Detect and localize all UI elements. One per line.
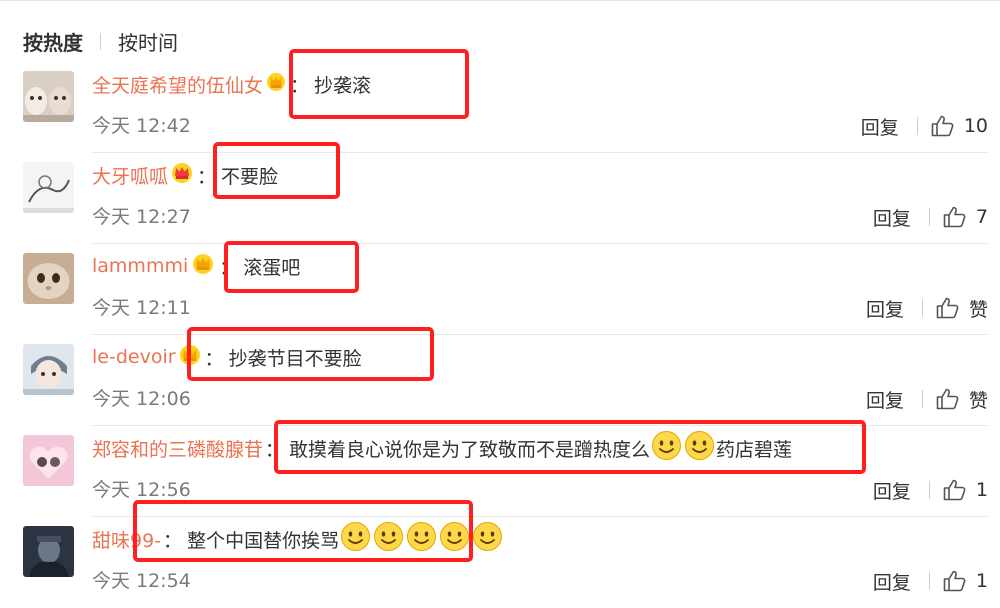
thumbs-up-icon [943, 206, 966, 228]
comment-content-line: le-devoir ： 抄袭节目不要脸 [92, 339, 362, 375]
smile-emoji-icon [651, 430, 682, 466]
action-divider [921, 299, 923, 317]
sort-by-time-tab[interactable]: 按时间 [118, 27, 178, 56]
reply-button[interactable]: 回复 [873, 204, 911, 231]
comment-text: 整个中国替你挨骂 [187, 529, 340, 552]
like-button[interactable]: 1 [943, 479, 988, 501]
action-divider [916, 117, 918, 135]
sort-divider [100, 32, 101, 50]
comment-actions: 回复 赞 [866, 383, 988, 415]
comment-actions: 回复 1 [873, 474, 988, 506]
comment-item: lammmmi ： 滚蛋吧 今天 12:11 回复 赞 [0, 244, 1000, 335]
comment-text: 滚蛋吧 [243, 256, 301, 279]
reply-button[interactable]: 回复 [873, 568, 911, 595]
action-divider [928, 572, 930, 590]
comment-colon: ： [163, 529, 183, 552]
thumbs-up-icon [936, 297, 959, 319]
action-divider [928, 208, 930, 226]
crown-icon[interactable] [179, 344, 201, 371]
smile-emoji-icon [340, 521, 371, 557]
username-link[interactable]: 郑容和的三磷酸腺苷 [92, 435, 263, 462]
like-count: 1 [975, 479, 988, 501]
like-count: 7 [975, 206, 988, 228]
comment-content-line: 甜味99- ： 整个中国替你挨骂 [92, 521, 504, 557]
avatar[interactable] [23, 253, 74, 304]
avatar[interactable] [23, 344, 74, 395]
comment-actions: 回复 赞 [866, 292, 988, 324]
username-link[interactable]: lammmmi [92, 255, 188, 277]
avatar[interactable] [23, 71, 74, 122]
comment-time: 今天 12:42 [92, 115, 191, 137]
comment-content-line: 大牙呱呱 ： 不要脸 [92, 157, 278, 193]
smile-emoji-icon [406, 521, 437, 557]
sort-by-hot-tab[interactable]: 按热度 [23, 27, 83, 56]
comment-time: 今天 12:54 [92, 570, 191, 592]
comment-item: 甜味99- ： 整个中国替你挨骂 今天 12:54 回复 1 [0, 517, 1000, 608]
sort-bar: 按热度 按时间 [23, 26, 178, 56]
top-divider [0, 0, 1000, 1]
smile-emoji-icon [684, 430, 715, 466]
comment-actions: 回复 1 [873, 565, 988, 597]
smile-emoji-icon [439, 521, 470, 557]
comment-text: 抄袭节目不要脸 [228, 347, 362, 370]
smile-emoji-icon [373, 521, 404, 557]
comment-item: 全天庭希望的伍仙女 ： 抄袭滚 今天 12:42 回复 10 [0, 62, 1000, 153]
crown-icon[interactable] [191, 253, 215, 280]
comment-colon: ： [204, 347, 224, 370]
smile-emoji-icon [472, 521, 503, 557]
like-button[interactable]: 7 [943, 206, 988, 228]
crown-icon[interactable] [171, 162, 193, 189]
avatar[interactable] [23, 435, 74, 486]
comment-colon: ： [197, 165, 217, 188]
avatar[interactable] [23, 162, 74, 213]
comment-text-after: 药店碧莲 [716, 438, 793, 461]
comment-text: 不要脸 [221, 165, 279, 188]
username-link[interactable]: 甜味99- [92, 526, 161, 553]
comment-content-line: 郑容和的三磷酸腺苷 ： 敢摸着良心说你是为了致敬而不是蹭热度么 药店碧莲 [92, 430, 792, 466]
comment-item: le-devoir ： 抄袭节目不要脸 今天 12:06 回复 赞 [0, 335, 1000, 426]
like-button[interactable]: 赞 [936, 386, 988, 413]
comment-colon: ： [219, 256, 239, 279]
comment-item: 郑容和的三磷酸腺苷 ： 敢摸着良心说你是为了致敬而不是蹭热度么 药店碧莲 今天 … [0, 426, 1000, 517]
like-label: 赞 [968, 298, 988, 321]
username-link[interactable]: 全天庭希望的伍仙女 [92, 71, 263, 98]
thumbs-up-icon [943, 570, 966, 592]
like-button[interactable]: 1 [943, 570, 988, 592]
comment-time: 今天 12:56 [92, 479, 191, 501]
comment-time: 今天 12:11 [92, 297, 191, 319]
crown-icon[interactable] [266, 72, 286, 97]
comment-item: 大牙呱呱 ： 不要脸 今天 12:27 回复 7 [0, 153, 1000, 244]
like-button[interactable]: 赞 [936, 295, 988, 322]
username-link[interactable]: 大牙呱呱 [92, 162, 168, 189]
comment-text: 抄袭滚 [314, 74, 372, 97]
avatar[interactable] [23, 526, 74, 577]
action-divider [921, 390, 923, 408]
thumbs-up-icon [943, 479, 966, 501]
reply-button[interactable]: 回复 [861, 113, 899, 140]
like-count: 10 [963, 115, 988, 137]
comment-colon: ： [290, 74, 310, 97]
like-count: 1 [975, 570, 988, 592]
thumbs-up-icon [936, 388, 959, 410]
reply-button[interactable]: 回复 [866, 295, 904, 322]
reply-button[interactable]: 回复 [866, 386, 904, 413]
comment-actions: 回复 10 [861, 110, 988, 142]
comment-colon: ： [265, 438, 285, 461]
comment-content-line: 全天庭希望的伍仙女 ： 抄袭滚 [92, 66, 371, 102]
comment-content-line: lammmmi ： 滚蛋吧 [92, 248, 300, 284]
username-link[interactable]: le-devoir [92, 346, 176, 368]
comment-actions: 回复 7 [873, 201, 988, 233]
comment-time: 今天 12:06 [92, 388, 191, 410]
action-divider [928, 481, 930, 499]
thumbs-up-icon [931, 115, 954, 137]
like-button[interactable]: 10 [931, 115, 988, 137]
reply-button[interactable]: 回复 [873, 477, 911, 504]
comment-time: 今天 12:27 [92, 206, 191, 228]
comment-text: 敢摸着良心说你是为了致敬而不是蹭热度么 [289, 438, 651, 461]
like-label: 赞 [968, 389, 988, 412]
